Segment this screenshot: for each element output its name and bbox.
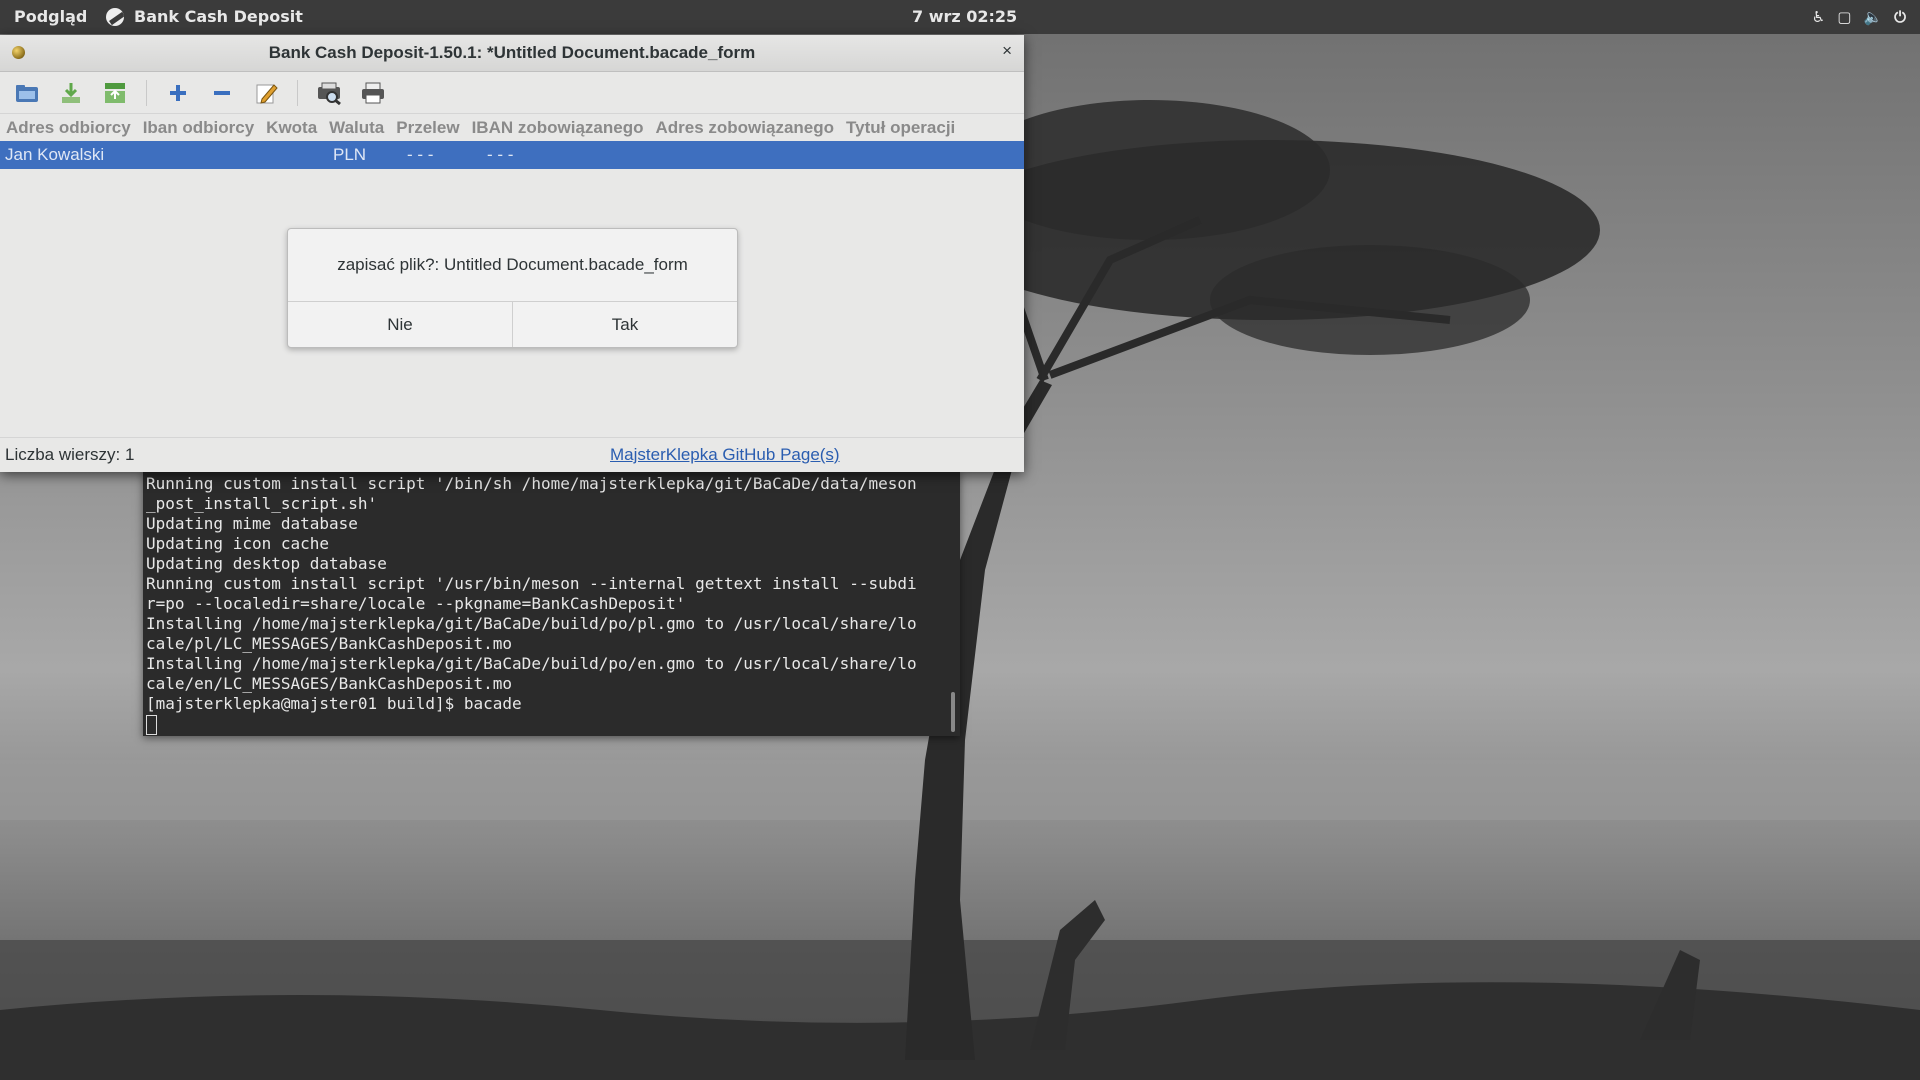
- power-icon[interactable]: ⏻: [1894, 8, 1906, 26]
- column-header[interactable]: Adres odbiorcy: [6, 118, 131, 138]
- dialog-message: zapisać plik?: Untitled Document.bacade_…: [288, 229, 737, 302]
- row-count: Liczba wierszy: 1: [5, 445, 135, 464]
- terminal-line: cale/en/LC_MESSAGES/BankCashDeposit.mo: [146, 674, 513, 693]
- toolbar-separator: [297, 79, 298, 106]
- remove-row-icon[interactable]: [207, 79, 237, 107]
- top-panel: Podgląd Bank Cash Deposit 7 wrz 02:25 ♿ …: [0, 0, 1920, 34]
- close-button[interactable]: ×: [1002, 41, 1012, 61]
- column-header[interactable]: Waluta: [329, 118, 384, 138]
- save-confirm-dialog: zapisać plik?: Untitled Document.bacade_…: [287, 228, 738, 348]
- dialog-buttons: Nie Tak: [288, 302, 737, 347]
- column-header[interactable]: IBAN zobowiązanego: [472, 118, 644, 138]
- column-header[interactable]: Iban odbiorcy: [143, 118, 254, 138]
- volume-icon[interactable]: 🔈: [1863, 8, 1882, 26]
- window-title: Bank Cash Deposit-1.50.1: *Untitled Docu…: [268, 43, 756, 62]
- terminal-line: Updating mime database: [146, 514, 358, 533]
- terminal-line: Updating desktop database: [146, 554, 387, 573]
- toolbar: [0, 72, 1024, 114]
- save-icon[interactable]: [56, 79, 86, 107]
- terminal-line: Running custom install script '/bin/sh /…: [146, 474, 917, 493]
- bank-cash-deposit-window: Bank Cash Deposit-1.50.1: *Untitled Docu…: [0, 35, 1024, 472]
- app-menu-label: Bank Cash Deposit: [134, 7, 303, 26]
- terminal-line: cale/pl/LC_MESSAGES/BankCashDeposit.mo: [146, 634, 513, 653]
- add-row-icon[interactable]: [163, 79, 193, 107]
- cell-obligor-iban: - - -: [487, 145, 514, 164]
- github-link[interactable]: MajsterKlepka GitHub Page(s): [610, 445, 840, 465]
- open-icon[interactable]: [12, 79, 42, 107]
- yes-button[interactable]: Tak: [512, 302, 737, 347]
- print-icon[interactable]: [358, 79, 388, 107]
- statusbar: Liczba wierszy: 1 MajsterKlepka GitHub P…: [0, 437, 1024, 472]
- titlebar[interactable]: Bank Cash Deposit-1.50.1: *Untitled Docu…: [0, 35, 1024, 72]
- terminal-line: Installing /home/majsterklepka/git/BaCaD…: [146, 614, 917, 633]
- table-row[interactable]: Jan Kowalski PLN - - - - - -: [0, 141, 1024, 169]
- export-icon[interactable]: [100, 79, 130, 107]
- cell-currency: PLN: [333, 145, 367, 164]
- window-icon[interactable]: ▢: [1837, 8, 1851, 26]
- no-button[interactable]: Nie: [288, 302, 512, 347]
- terminal-line: Running custom install script '/usr/bin/…: [146, 574, 917, 593]
- preview-icon[interactable]: [314, 79, 344, 107]
- column-header[interactable]: Tytuł operacji: [846, 118, 955, 138]
- app-icon: [106, 7, 124, 26]
- toolbar-separator: [146, 79, 147, 106]
- app-menu[interactable]: Bank Cash Deposit: [106, 7, 303, 26]
- terminal-cursor: [146, 714, 157, 735]
- terminal-line: Installing /home/majsterklepka/git/BaCaD…: [146, 654, 917, 673]
- column-header[interactable]: Kwota: [266, 118, 317, 138]
- terminal-line: _post_install_script.sh': [146, 494, 378, 513]
- terminal-scrollbar[interactable]: [951, 692, 955, 732]
- edit-icon[interactable]: [251, 79, 281, 107]
- system-tray[interactable]: ♿ ▢ 🔈 ⏻: [1812, 8, 1906, 26]
- accessibility-icon[interactable]: ♿: [1812, 8, 1825, 26]
- column-header[interactable]: Przelew: [396, 118, 459, 138]
- terminal-line: Updating icon cache: [146, 534, 330, 553]
- table-header: Adres odbiorcy Iban odbiorcy Kwota Walut…: [0, 114, 1024, 141]
- column-header[interactable]: Adres zobowiązanego: [655, 118, 834, 138]
- cell-transfer: - - -: [407, 145, 434, 164]
- cell-recipient-address: Jan Kowalski: [5, 145, 105, 164]
- terminal-output: Running custom install script '/bin/sh /…: [143, 470, 960, 735]
- terminal-line: r=po --localedir=share/locale --pkgname=…: [146, 594, 686, 613]
- clock[interactable]: 7 wrz 02:25: [912, 7, 1017, 26]
- activities-button[interactable]: Podgląd: [14, 7, 87, 26]
- terminal-prompt: [majsterklepka@majster01 build]$ bacade: [146, 694, 522, 713]
- terminal-window[interactable]: Running custom install script '/bin/sh /…: [143, 470, 960, 736]
